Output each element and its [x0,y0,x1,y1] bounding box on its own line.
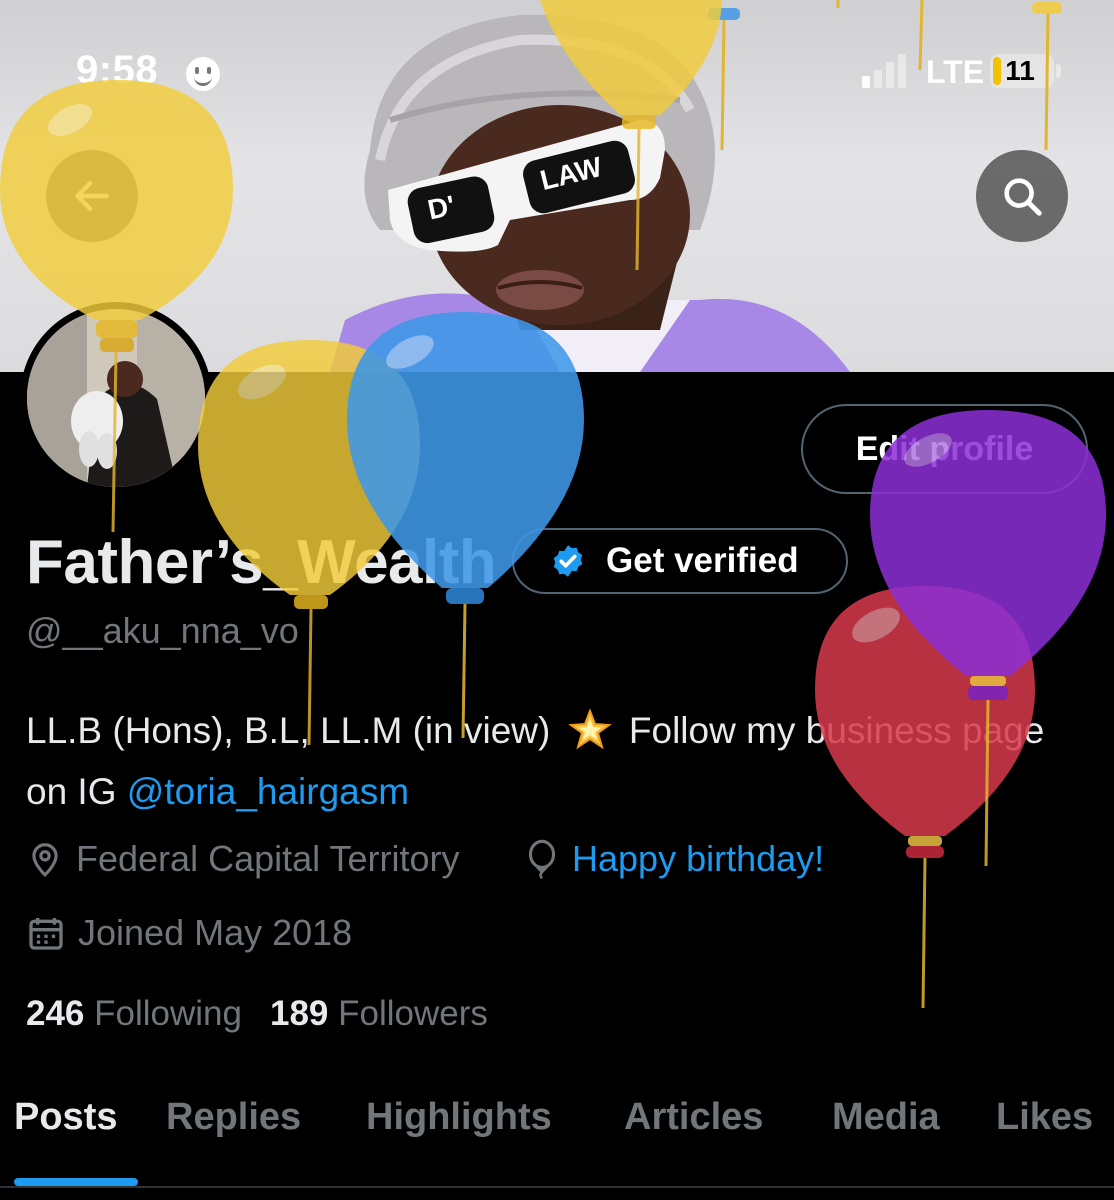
search-button[interactable] [976,150,1068,242]
profile-handle: @__aku_nna_vo [26,610,299,651]
get-verified-label: Get verified [606,541,799,580]
following-count: 246 [26,994,85,1033]
battery-icon: 11 [990,54,1054,88]
bio-mention-link[interactable]: @toria_hairgasm [127,771,409,812]
avatar[interactable] [20,302,212,494]
verified-badge-icon [553,545,583,577]
profile-display-name: Father’s_Wealth [26,528,497,597]
back-button[interactable] [46,150,138,242]
profile-location: Federal Capital Territory [26,838,459,880]
profile-birthday[interactable]: Happy birthday! [526,838,824,880]
followers-count: 189 [270,994,329,1033]
battery-tip [1056,64,1061,78]
followers-link[interactable]: 189 Followers [270,994,488,1033]
network-type: LTE [926,54,985,90]
avatar-photo [27,309,205,487]
tab-highlights[interactable]: Highlights [366,1096,552,1139]
signal-strength-icon [862,52,914,88]
tabs-divider [0,1186,1114,1188]
battery-level: 11 [1005,55,1035,86]
calendar-icon [29,918,63,950]
profile-tabs: Posts Replies Highlights Articles Media … [0,1096,1114,1188]
tab-posts[interactable]: Posts [14,1096,117,1139]
glowing-star-icon [567,709,612,749]
tab-articles[interactable]: Articles [624,1096,763,1139]
birthday-text[interactable]: Happy birthday! [572,838,824,880]
profile-bio: LL.B (Hons), B.L, LL.M (in view) Follow … [26,700,1086,822]
search-icon [1004,178,1042,216]
status-time: 9:58 [76,48,159,92]
profile-stats: 246 Following 189 Followers [26,994,488,1034]
followers-label: Followers [338,994,488,1033]
tab-replies[interactable]: Replies [166,1096,301,1139]
get-verified-button[interactable]: Get verified [512,528,848,594]
blue-balloon [347,312,584,739]
following-label: Following [94,994,242,1033]
balloon-icon [528,839,556,879]
bio-text: LL.B (Hons), B.L, LL.M (in view) [26,710,561,751]
active-tab-indicator [14,1178,138,1186]
profile-joined-date: Joined May 2018 [26,912,352,954]
location-pin-icon [32,843,58,878]
arrow-left-icon [75,180,109,212]
location-text: Federal Capital Territory [76,838,460,879]
tab-media[interactable]: Media [832,1096,940,1139]
edit-profile-button[interactable]: Edit profile [801,404,1088,494]
face-emoji-icon [186,57,220,91]
following-link[interactable]: 246 Following [26,994,242,1033]
tab-likes[interactable]: Likes [996,1096,1093,1139]
joined-text: Joined May 2018 [78,912,353,953]
